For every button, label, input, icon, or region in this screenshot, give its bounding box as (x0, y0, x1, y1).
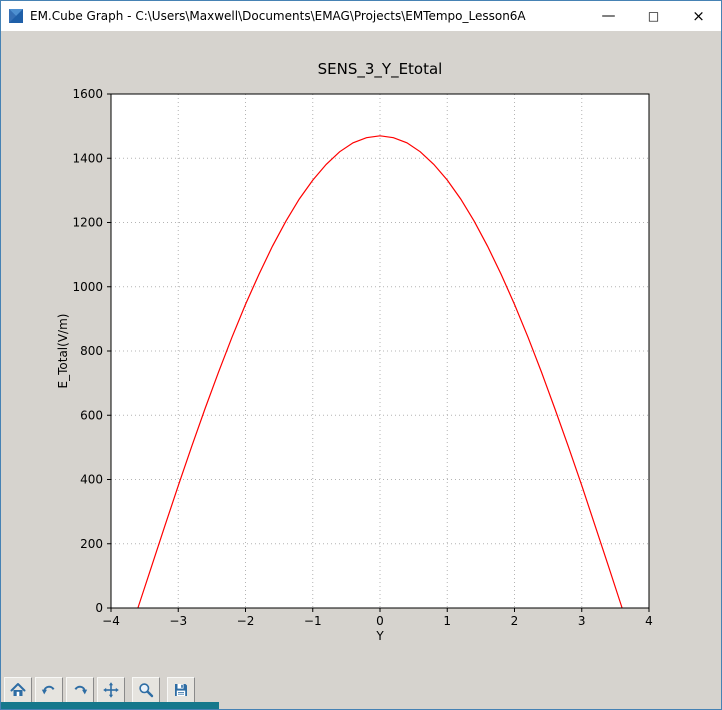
content-area: −4 −3 −2 −1 0 1 2 3 4 0 200 400 600 800 1000 1200 1400 16… (1, 31, 721, 709)
back-arrow-icon (41, 682, 57, 698)
y-tick-label: 1000 (72, 280, 103, 294)
x-tick-label: −2 (237, 614, 255, 628)
y-tick-label: 800 (80, 344, 103, 358)
pan-arrows-icon (103, 682, 119, 698)
window-title: EM.Cube Graph - C:\Users\Maxwell\Documen… (30, 9, 526, 23)
x-tick-label: 3 (578, 614, 586, 628)
emcube-logo-icon (8, 8, 24, 24)
magnifier-icon (138, 682, 154, 698)
x-tick-label: −3 (169, 614, 187, 628)
x-tick-label: 1 (443, 614, 451, 628)
floppy-disk-icon (173, 682, 189, 698)
close-button[interactable]: × (676, 1, 721, 31)
back-button[interactable] (35, 677, 63, 703)
toolbar (4, 675, 198, 705)
x-tick-label: −4 (102, 614, 120, 628)
x-axis-label: Y (111, 629, 649, 643)
y-tick-label: 400 (80, 473, 103, 487)
x-tick-label: 4 (645, 614, 653, 628)
y-tick-label: 600 (80, 408, 103, 422)
titlebar[interactable]: EM.Cube Graph - C:\Users\Maxwell\Documen… (1, 1, 721, 31)
minimize-button[interactable]: — (586, 1, 631, 31)
y-tick-label: 1600 (72, 87, 103, 101)
y-tick-label: 0 (95, 601, 103, 615)
y-tick-label: 1200 (72, 216, 103, 230)
y-axis-label: E_Total(V/m) (56, 314, 70, 389)
maximize-button[interactable]: □ (631, 1, 676, 31)
window-controls: — □ × (586, 1, 721, 31)
bottom-strip (1, 702, 219, 709)
x-tick-label: 2 (511, 614, 519, 628)
save-button[interactable] (167, 677, 195, 703)
app-icon (8, 8, 24, 24)
y-tick-label: 200 (80, 537, 103, 551)
zoom-button[interactable] (132, 677, 160, 703)
y-tick-label: 1400 (72, 151, 103, 165)
forward-arrow-icon (72, 682, 88, 698)
x-tick-label: 0 (376, 614, 384, 628)
chart-title: SENS_3_Y_Etotal (111, 60, 649, 78)
app-window: EM.Cube Graph - C:\Users\Maxwell\Documen… (0, 0, 722, 710)
home-icon (10, 682, 26, 698)
x-tick-label: −1 (304, 614, 322, 628)
pan-button[interactable] (97, 677, 125, 703)
home-button[interactable] (4, 677, 32, 703)
plot-canvas[interactable]: −4 −3 −2 −1 0 1 2 3 4 0 200 400 600 800 1000 1200 1400 16… (1, 31, 721, 671)
forward-button[interactable] (66, 677, 94, 703)
